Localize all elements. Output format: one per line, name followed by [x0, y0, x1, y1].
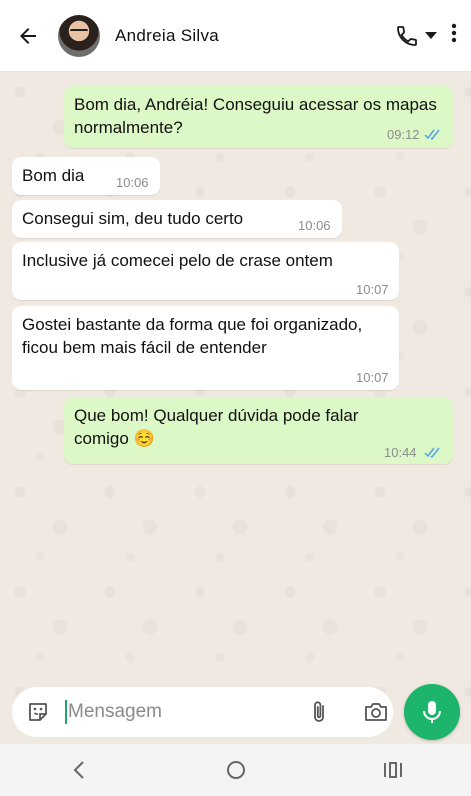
message-input[interactable]	[68, 701, 288, 723]
system-navigation-bar	[0, 744, 471, 796]
message-text: Bom dia	[22, 166, 85, 185]
sticker-icon[interactable]	[25, 699, 51, 725]
dropdown-caret-icon	[425, 31, 437, 39]
message-input-bar	[12, 687, 393, 737]
paperclip-icon[interactable]	[306, 699, 332, 725]
message-text: Que bom! Qualquer dúvida pode falar comi…	[74, 406, 359, 448]
nav-back-icon[interactable]	[59, 750, 99, 790]
message-bubble-incoming[interactable]: Inclusive já comecei pelo de crase ontem	[12, 242, 399, 300]
chat-header: Andreia Silva	[0, 0, 471, 72]
back-arrow-icon[interactable]	[9, 17, 47, 55]
message-bubble-incoming[interactable]: Gostei bastante da forma que foi organiz…	[12, 306, 399, 390]
message-text: Inclusive já comecei pelo de crase ontem	[22, 251, 333, 270]
message-time: 10:07	[356, 370, 389, 385]
read-ticks-icon	[424, 129, 440, 140]
text-caret	[65, 700, 67, 724]
message-time: 10:07	[356, 282, 389, 297]
call-button[interactable]	[395, 24, 437, 48]
avatar[interactable]	[58, 14, 100, 57]
message-text: Bom dia, Andréia! Conseguiu acessar os m…	[74, 95, 437, 137]
more-options-icon[interactable]	[451, 23, 457, 48]
message-time: 09:12	[387, 127, 420, 142]
mic-icon	[423, 701, 441, 723]
message-bubble-incoming[interactable]: Consegui sim, deu tudo certo	[12, 200, 342, 238]
nav-recents-icon[interactable]	[373, 750, 413, 790]
message-text: Consegui sim, deu tudo certo	[22, 209, 244, 228]
read-ticks-icon	[424, 447, 440, 458]
camera-icon[interactable]	[362, 699, 390, 725]
contact-name[interactable]: Andreia Silva	[115, 26, 219, 46]
message-text: Gostei bastante da forma que foi organiz…	[22, 315, 363, 357]
message-time: 10:44	[384, 445, 417, 460]
mic-button[interactable]	[404, 684, 460, 740]
phone-icon	[397, 25, 417, 46]
message-time: 10:06	[116, 175, 149, 190]
header-actions	[395, 23, 457, 48]
nav-home-icon[interactable]	[216, 750, 256, 790]
message-time: 10:06	[298, 218, 331, 233]
